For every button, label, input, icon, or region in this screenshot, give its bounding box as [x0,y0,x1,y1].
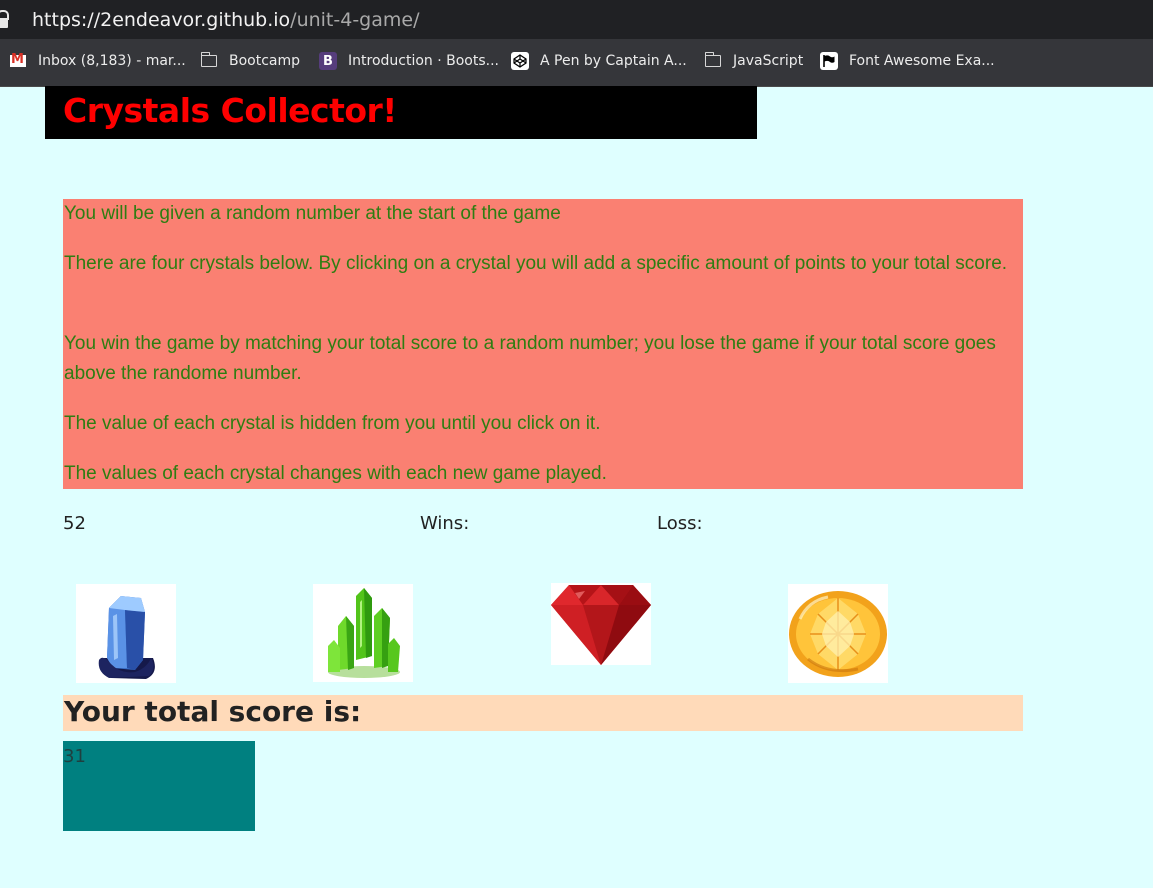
bookmark-inbox[interactable]: Inbox (8,183) - mar... [9,52,186,69]
bookmark-font-awesome[interactable]: Font Awesome Exa... [820,52,995,70]
yellow-gem-button[interactable] [788,584,888,683]
bookmark-label: A Pen by Captain A... [540,53,687,69]
green-crystal-icon [328,588,400,678]
instruction-line: You win the game by matching your total … [64,333,996,384]
green-crystal-button[interactable] [313,584,413,682]
title-bar: Crystals Collector! [45,86,757,139]
score-heading-bar: Your total score is: [63,695,1023,731]
instruction-line: There are four crystals below. By clicki… [64,253,1008,274]
url-text[interactable]: https://2endeavor.github.io/unit-4-game/ [32,9,420,31]
bookmark-bootcamp[interactable]: Bootcamp [200,52,301,69]
total-score-box: 31 [63,741,255,831]
codepen-icon [511,52,529,70]
bookmark-bootstrap[interactable]: B Introduction · Boots... [319,52,499,70]
bootstrap-icon: B [319,52,337,70]
loss-label: Loss: [657,513,703,534]
yellow-gem-icon [789,590,887,677]
total-score: 31 [63,746,86,767]
bookmark-label: Introduction · Boots... [348,53,499,69]
score-heading: Your total score is: [64,695,362,728]
gmail-icon [9,52,27,69]
page-title: Crystals Collector! [63,91,397,130]
bookmark-label: Bootcamp [229,53,301,69]
instruction-line: The values of each crystal changes with … [64,463,607,484]
bookmark-label: Font Awesome Exa... [849,53,995,69]
bookmark-label: JavaScript [733,53,804,69]
folder-icon [200,52,218,69]
folder-icon [704,52,722,69]
instruction-line: The value of each crystal is hidden from… [64,413,601,434]
instruction-line: You will be given a random number at the… [64,203,561,224]
bookmark-javascript[interactable]: JavaScript [704,52,804,69]
blue-crystal-icon [98,595,155,679]
address-bar[interactable]: https://2endeavor.github.io/unit-4-game/ [0,0,1153,39]
bookmark-codepen[interactable]: A Pen by Captain A... [511,52,687,70]
random-number: 52 [63,513,86,534]
lock-icon[interactable] [0,9,9,30]
bookmarks-bar: Inbox (8,183) - mar... Bootcamp B Introd… [0,39,1153,87]
blue-crystal-button[interactable] [76,584,176,683]
red-gem-button[interactable] [551,583,651,665]
instructions-panel: You will be given a random number at the… [63,199,1023,489]
flag-icon [820,52,838,70]
wins-label: Wins: [420,513,470,534]
bookmark-label: Inbox (8,183) - mar... [38,53,186,69]
red-gem-icon [551,585,651,665]
